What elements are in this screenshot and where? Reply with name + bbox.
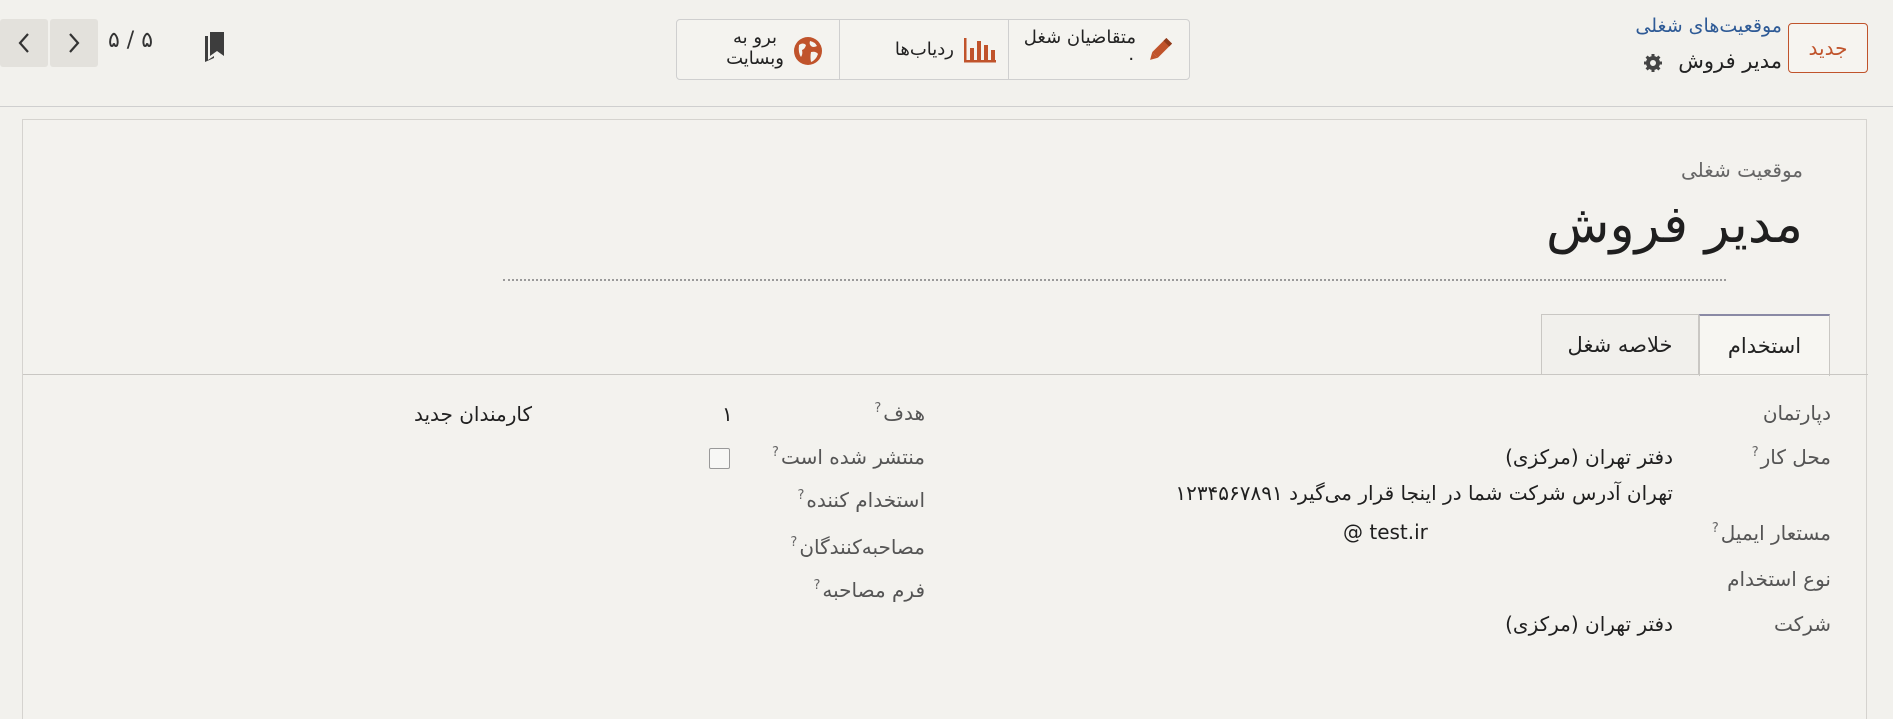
breadcrumb-current: مدیر فروش: [1678, 49, 1782, 73]
breadcrumb-parent-link[interactable]: موقعیت‌های شغلی: [1635, 15, 1782, 37]
help-tooltip-icon[interactable]: ?: [797, 488, 804, 503]
job-title-field[interactable]: مدیر فروش: [1546, 192, 1803, 258]
help-tooltip-icon[interactable]: ?: [1752, 445, 1759, 460]
website-label-line1: برو به: [733, 27, 778, 48]
pager-previous-button[interactable]: [0, 19, 48, 67]
applicants-label: متقاضیان شغل: [1023, 27, 1136, 48]
company-label: شرکت: [1774, 612, 1831, 636]
pager-value[interactable]: ۵ / ۵: [108, 28, 153, 53]
help-tooltip-icon[interactable]: ?: [874, 401, 881, 416]
help-tooltip-icon[interactable]: ?: [772, 445, 779, 460]
smart-buttons: متقاضیان شغل ۰ ردیاب‌ها: [676, 19, 1190, 80]
chevron-left-icon: [18, 33, 29, 53]
interviewers-label: مصاحبه‌کنندگان?: [790, 535, 925, 559]
target-unit: کارمندان جدید: [413, 402, 532, 426]
pencil-icon: [1150, 37, 1173, 60]
trackers-label: ردیاب‌ها: [894, 39, 954, 60]
chevron-right-icon: [69, 33, 80, 53]
tab-job-summary[interactable]: خلاصه شغل: [1541, 314, 1699, 375]
help-tooltip-icon[interactable]: ?: [1712, 521, 1719, 536]
interview-form-label: فرم مصاحبه?: [813, 578, 925, 602]
bar-chart-icon: [964, 38, 996, 63]
bookmark-icon[interactable]: [202, 30, 228, 62]
email-alias-label: مستعار ایمیل?: [1711, 521, 1831, 545]
gear-icon[interactable]: [1643, 53, 1663, 73]
job-location-address: تهران آدرس شرکت شما در اینجا قرار می‌گیر…: [1175, 481, 1673, 505]
control-panel-divider: [0, 106, 1893, 107]
help-tooltip-icon[interactable]: ?: [813, 578, 820, 593]
help-tooltip-icon[interactable]: ?: [790, 535, 797, 550]
job-location-value[interactable]: دفتر تهران (مرکزی): [1505, 445, 1673, 469]
company-value[interactable]: دفتر تهران (مرکزی): [1505, 612, 1673, 636]
is-published-checkbox[interactable]: [709, 448, 730, 469]
is-published-label: منتشر شده است?: [772, 445, 925, 469]
tab-recruitment[interactable]: استخدام: [1699, 314, 1830, 376]
form-sheet: موقعیت شغلی مدیر فروش استخدام خلاصه شغل …: [22, 119, 1868, 719]
tabs-divider: [23, 374, 1868, 375]
recruiter-label: استخدام کننده?: [797, 488, 925, 512]
target-value[interactable]: ۱: [722, 402, 733, 426]
trackers-smart-button[interactable]: ردیاب‌ها: [839, 20, 1008, 79]
target-label: هدف?: [874, 401, 925, 425]
new-button[interactable]: جدید: [1788, 23, 1868, 73]
employment-type-label: نوع استخدام: [1727, 567, 1831, 591]
applicants-smart-button[interactable]: متقاضیان شغل ۰: [1008, 20, 1191, 79]
go-to-website-smart-button[interactable]: برو به وبسایت: [677, 20, 839, 79]
job-location-label: محل کار?: [1751, 445, 1831, 469]
department-label: دپارتمان: [1762, 401, 1831, 425]
email-alias-value[interactable]: @ test.ir: [1343, 520, 1428, 544]
title-underline: [503, 279, 1726, 281]
globe-icon: [794, 37, 822, 65]
applicants-count: ۰: [1126, 48, 1136, 69]
pager-next-button[interactable]: [50, 19, 98, 67]
title-field-label: موقعیت شغلی: [1681, 158, 1803, 182]
website-label-line2: وبسایت: [726, 48, 784, 69]
